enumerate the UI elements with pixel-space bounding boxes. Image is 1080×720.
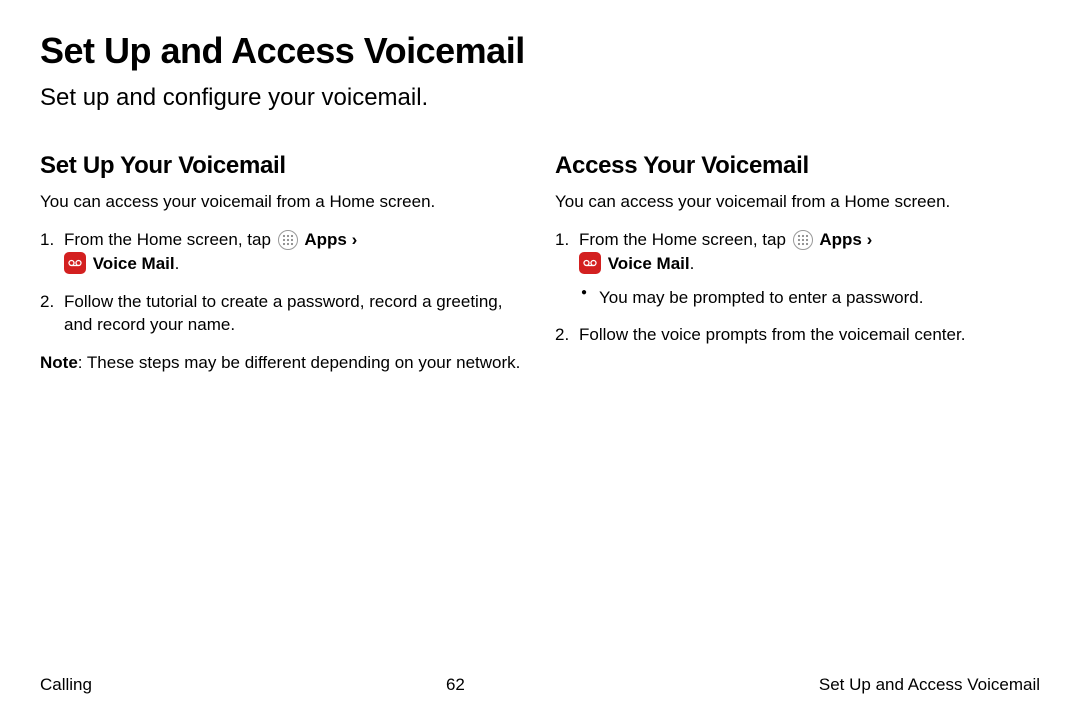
footer: Calling 62 Set Up and Access Voicemail <box>40 675 1040 695</box>
left-note: Note: These steps may be different depen… <box>40 351 525 375</box>
right-sub-list: You may be prompted to enter a password. <box>579 286 1040 310</box>
left-heading: Set Up Your Voicemail <box>40 152 525 180</box>
left-intro: You can access your voicemail from a Hom… <box>40 192 525 212</box>
page-subtitle: Set up and configure your voicemail. <box>40 84 1040 112</box>
right-steps: From the Home screen, tap Apps <box>555 228 1040 347</box>
apps-label: Apps <box>304 230 347 249</box>
content-columns: Set Up Your Voicemail You can access you… <box>40 152 1040 375</box>
voicemail-icon <box>579 252 601 274</box>
right-column: Access Your Voicemail You can access you… <box>555 152 1040 375</box>
chevron: › <box>867 230 873 249</box>
voicemail-label: Voice Mail <box>608 254 690 273</box>
apps-label: Apps <box>819 230 862 249</box>
note-label: Note <box>40 353 78 372</box>
right-heading: Access Your Voicemail <box>555 152 1040 180</box>
voicemail-label: Voice Mail <box>93 254 175 273</box>
chevron: › <box>352 230 358 249</box>
apps-icon <box>278 230 298 250</box>
right-intro: You can access your voicemail from a Hom… <box>555 192 1040 212</box>
footer-left: Calling <box>40 675 92 695</box>
footer-page-number: 62 <box>446 675 465 695</box>
left-steps: From the Home screen, tap Apps <box>40 228 525 337</box>
left-column: Set Up Your Voicemail You can access you… <box>40 152 525 375</box>
right-step-1: From the Home screen, tap Apps <box>579 228 1040 309</box>
footer-right: Set Up and Access Voicemail <box>819 675 1040 695</box>
apps-icon <box>793 230 813 250</box>
right-sub-item: You may be prompted to enter a password. <box>599 286 1040 310</box>
step-text: From the Home screen, tap <box>64 230 276 249</box>
page-title: Set Up and Access Voicemail <box>40 30 1040 72</box>
right-step-2: Follow the voice prompts from the voicem… <box>579 323 1040 347</box>
step-text: From the Home screen, tap <box>579 230 791 249</box>
left-step-2: Follow the tutorial to create a password… <box>64 290 525 338</box>
left-step-1: From the Home screen, tap Apps <box>64 228 525 276</box>
voicemail-icon <box>64 252 86 274</box>
note-text: : These steps may be different depending… <box>78 353 521 372</box>
